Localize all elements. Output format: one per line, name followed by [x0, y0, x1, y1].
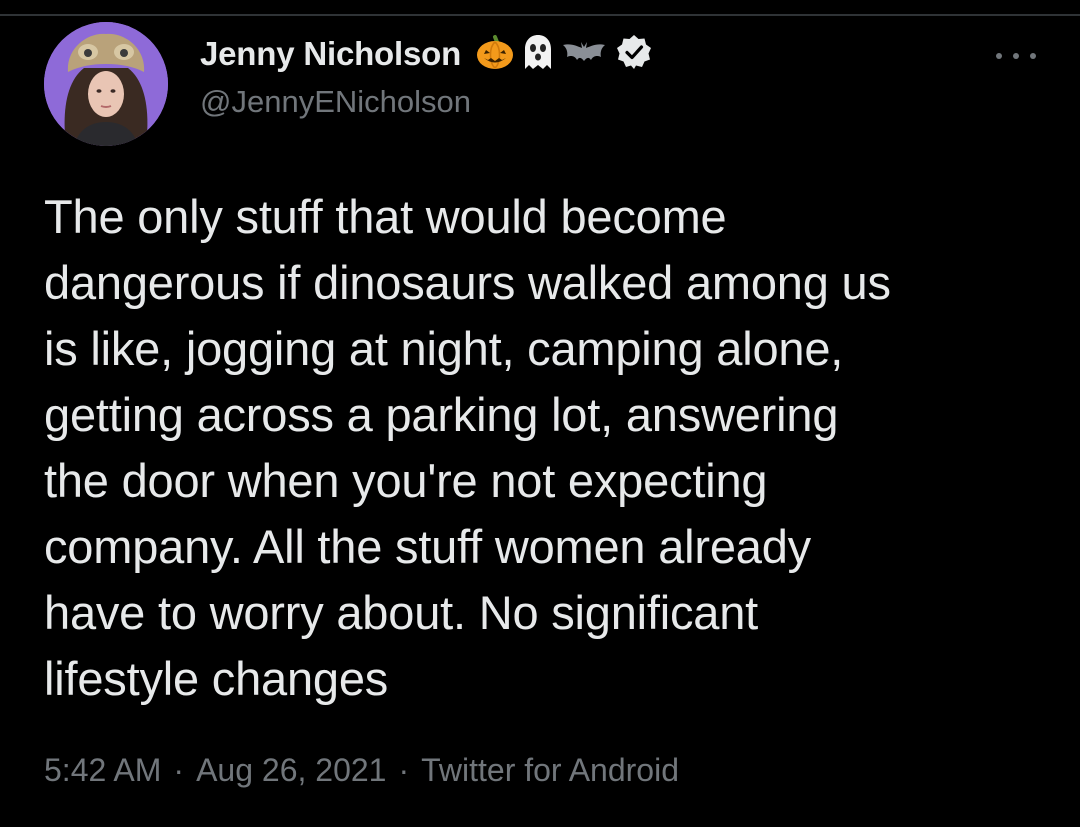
tweet-text-line: dangerous if dinosaurs walked among us	[44, 256, 891, 309]
tweet-text-line: The only stuff that would become	[44, 190, 727, 243]
meta-separator: ·	[173, 752, 185, 788]
tweet-text-line: have to worry about. No significant	[44, 586, 759, 639]
tweet-time[interactable]: 5:42 AM	[44, 752, 161, 788]
tweet-text-line: the door when you're not expecting	[44, 454, 768, 507]
bat-icon	[561, 37, 607, 72]
tweet-text-line: lifestyle changes	[44, 652, 389, 705]
ghost-icon	[521, 33, 555, 76]
top-divider	[0, 14, 1080, 16]
tweet-text-line: company. All the stuff women already	[44, 520, 811, 573]
more-options-icon[interactable]	[996, 44, 1036, 68]
more-dot	[1030, 53, 1036, 59]
tweet-text-line: getting across a parking lot, answering	[44, 388, 839, 441]
more-dot	[996, 53, 1002, 59]
verified-badge-icon	[615, 33, 653, 76]
avatar[interactable]	[44, 22, 168, 146]
tweet-date[interactable]: Aug 26, 2021	[196, 752, 386, 788]
tweet-author[interactable]: Jenny Nicholson @JennyENicholson	[200, 32, 653, 120]
tweet-source[interactable]: Twitter for Android	[421, 752, 679, 788]
more-dot	[1013, 53, 1019, 59]
tweet-text-line: is like, jogging at night, camping alone…	[44, 322, 844, 375]
author-display-name[interactable]: Jenny Nicholson	[200, 35, 461, 73]
profile-photo	[44, 22, 168, 146]
tweet-metadata: 5:42 AM · Aug 26, 2021 · Twitter for Android	[44, 752, 679, 789]
pumpkin-icon	[475, 33, 515, 76]
meta-separator: ·	[398, 752, 410, 788]
tweet-text: The only stuff that would become dangero…	[44, 184, 1044, 712]
author-handle[interactable]: @JennyENicholson	[200, 84, 653, 120]
author-name-row: Jenny Nicholson	[200, 32, 653, 76]
